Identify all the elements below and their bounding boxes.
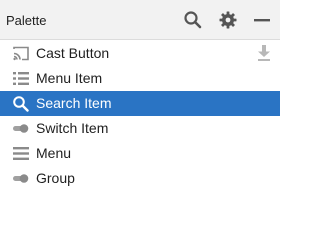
- menu-icon: [12, 145, 30, 162]
- list-item-cast-button[interactable]: Cast Button: [0, 41, 280, 66]
- minimize-icon[interactable]: [252, 10, 272, 30]
- list-item-switch-item[interactable]: Switch Item: [0, 116, 280, 141]
- list-item-label: Switch Item: [36, 120, 109, 136]
- list-item-search-item[interactable]: Search Item: [0, 91, 280, 116]
- list-item-menu-item[interactable]: Menu Item: [0, 66, 280, 91]
- list-item-group[interactable]: Group: [0, 166, 280, 191]
- palette-panel: Palette Cast Button Menu Item Search Ite…: [0, 0, 280, 250]
- menu-item-icon: [12, 70, 30, 87]
- switch-icon: [12, 120, 30, 137]
- list-item-label: Menu: [36, 145, 72, 161]
- palette-title: Palette: [6, 13, 47, 28]
- palette-list: Cast Button Menu Item Search Item Switch…: [0, 41, 280, 191]
- search-icon[interactable]: [183, 10, 203, 30]
- gear-icon[interactable]: [218, 10, 238, 30]
- list-item-label: Group: [36, 170, 75, 186]
- list-item-label: Menu Item: [36, 70, 103, 86]
- palette-header: Palette: [0, 0, 280, 40]
- download-icon[interactable]: [256, 44, 272, 62]
- search-icon: [12, 95, 30, 112]
- list-item-menu[interactable]: Menu: [0, 141, 280, 166]
- list-item-label: Cast Button: [36, 45, 110, 61]
- group-icon: [12, 170, 30, 187]
- list-item-label: Search Item: [36, 95, 112, 111]
- cast-icon: [12, 45, 30, 62]
